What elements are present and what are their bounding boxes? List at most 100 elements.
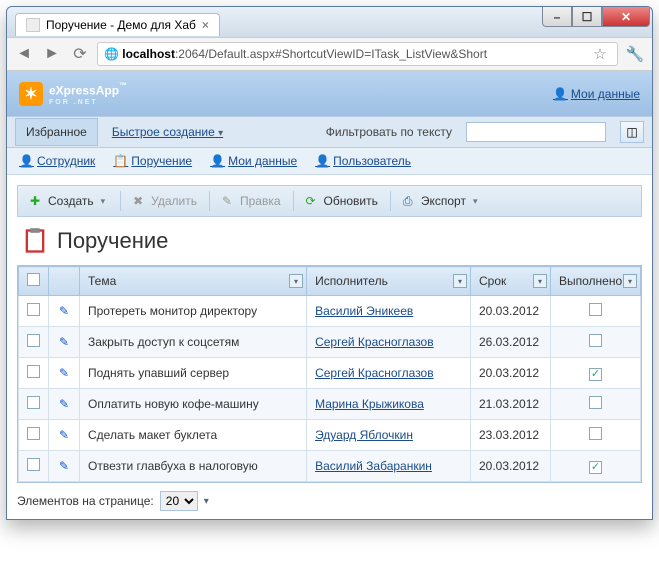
done-checkbox[interactable]	[589, 427, 602, 440]
close-tab-icon[interactable]: ×	[202, 18, 209, 32]
cell-due: 26.03.2012	[471, 327, 551, 358]
nav-employee[interactable]: 👤Сотрудник	[19, 154, 95, 168]
edit-row-icon[interactable]: ✎	[57, 304, 71, 318]
tab-quick-create[interactable]: Быстрое создание ▾	[112, 125, 223, 139]
done-checkbox[interactable]	[589, 334, 602, 347]
cell-subject: Закрыть доступ к соцсетям	[80, 327, 307, 358]
new-icon: ✚	[30, 194, 44, 208]
task-icon: 📋	[113, 154, 127, 168]
col-assignee[interactable]: Исполнитель▾	[307, 267, 471, 296]
pager-label: Элементов на странице:	[17, 494, 154, 508]
select-all-checkbox[interactable]	[27, 273, 40, 286]
user-icon: 👤	[553, 87, 567, 101]
clipboard-icon	[21, 227, 49, 255]
back-button[interactable]: ◄	[13, 43, 35, 65]
separator	[390, 191, 391, 211]
table-row[interactable]: ✎ Оплатить новую кофе-машину Марина Крыжик…	[19, 389, 641, 420]
tab-title: Поручение - Демо для Хаб	[46, 18, 196, 32]
logo-gear-icon: ✶	[19, 82, 43, 106]
nav-task[interactable]: 📋Поручение	[113, 154, 192, 168]
filter-dropdown-icon[interactable]: ▾	[533, 274, 547, 288]
url-path: :2064/Default.aspx#ShortcutViewID=ITask_…	[175, 47, 487, 61]
cell-subject: Протереть монитор директору	[80, 296, 307, 327]
edit-row-icon[interactable]: ✎	[57, 397, 71, 411]
assignee-link[interactable]: Василий Эникеев	[315, 304, 413, 318]
col-subject[interactable]: Тема▾	[80, 267, 307, 296]
settings-wrench-icon[interactable]: 🔧	[624, 43, 646, 65]
row-checkbox[interactable]	[27, 365, 40, 378]
tab-favorites[interactable]: Избранное	[15, 118, 98, 146]
assignee-link[interactable]: Сергей Красноглазов	[315, 335, 434, 349]
address-bar: ◄ ► ⟳ 🌐 localhost:2064/Default.aspx#Shor…	[7, 37, 652, 71]
clear-filter-button[interactable]: ◫	[620, 121, 644, 143]
my-data-link[interactable]: 👤 Мои данные	[553, 87, 640, 101]
filter-dropdown-icon[interactable]: ▾	[453, 274, 467, 288]
cell-subject: Поднять упавший сервер	[80, 358, 307, 389]
cell-due: 20.03.2012	[471, 296, 551, 327]
done-checkbox[interactable]	[589, 461, 602, 474]
grid-header-row: Тема▾ Исполнитель▾ Срок▾ Выполнено▾	[19, 267, 641, 296]
nav-mydata[interactable]: 👤Мои данные	[210, 154, 297, 168]
dropdown-icon[interactable]: ▾	[470, 196, 481, 207]
row-checkbox[interactable]	[27, 303, 40, 316]
dropdown-icon: ▾	[218, 128, 223, 139]
filter-dropdown-icon[interactable]: ▾	[289, 274, 303, 288]
dropdown-icon[interactable]: ▾	[98, 196, 109, 207]
col-done[interactable]: Выполнено▾	[551, 267, 641, 296]
browser-tab[interactable]: Поручение - Демо для Хаб ×	[15, 13, 220, 36]
page-size-select[interactable]: 20	[160, 491, 198, 511]
reload-button[interactable]: ⟳	[69, 43, 91, 65]
task-grid: Тема▾ Исполнитель▾ Срок▾ Выполнено▾ ✎ Про…	[17, 265, 642, 483]
nav-user[interactable]: 👤Пользователь	[315, 154, 411, 168]
done-checkbox[interactable]	[589, 303, 602, 316]
row-checkbox[interactable]	[27, 396, 40, 409]
maximize-button[interactable]: ☐	[572, 7, 602, 27]
done-checkbox[interactable]	[589, 368, 602, 381]
separator	[209, 191, 210, 211]
filter-label: Фильтровать по тексту	[326, 125, 452, 139]
edit-row-icon[interactable]: ✎	[57, 428, 71, 442]
assignee-link[interactable]: Василий Забаранкин	[315, 459, 432, 473]
toolbar: ✚Создать▾ ✖Удалить ✎Правка ⟳Обновить ⎙Эк…	[17, 185, 642, 217]
minimize-button[interactable]: –	[542, 7, 572, 27]
person-icon: 👤	[315, 154, 329, 168]
export-button[interactable]: ⎙Экспорт▾	[395, 190, 489, 212]
table-row[interactable]: ✎ Протереть монитор директору Василий Эник…	[19, 296, 641, 327]
export-icon: ⎙	[403, 194, 417, 208]
page-favicon	[26, 18, 40, 32]
assignee-link[interactable]: Сергей Красноглазов	[315, 366, 434, 380]
col-due[interactable]: Срок▾	[471, 267, 551, 296]
table-row[interactable]: ✎ Поднять упавший сервер Сергей Красноглаз…	[19, 358, 641, 389]
table-row[interactable]: ✎ Закрыть доступ к соцсетям Сергей Красног…	[19, 327, 641, 358]
mydata-icon: 👤	[210, 154, 224, 168]
delete-button[interactable]: ✖Удалить	[125, 190, 205, 212]
url-field[interactable]: 🌐 localhost:2064/Default.aspx#ShortcutVi…	[97, 42, 618, 66]
edit-row-icon[interactable]: ✎	[57, 335, 71, 349]
assignee-link[interactable]: Марина Крыжикова	[315, 397, 424, 411]
edit-row-icon[interactable]: ✎	[57, 459, 71, 473]
filter-input[interactable]	[466, 122, 606, 142]
eraser-icon: ◫	[626, 125, 637, 139]
bookmark-star-icon[interactable]: ☆	[589, 43, 611, 65]
forward-button[interactable]: ►	[41, 43, 63, 65]
table-row[interactable]: ✎Сделать макет буклетаЭдуард Яблочкин23.…	[19, 420, 641, 451]
edit-row-icon[interactable]: ✎	[57, 366, 71, 380]
edit-button[interactable]: ✎Правка	[214, 190, 289, 212]
cell-due: 20.03.2012	[471, 451, 551, 482]
app-logo: ✶ eXpressApp™ FOR .NET	[19, 81, 127, 106]
cell-subject: Оплатить новую кофе-машину	[80, 389, 307, 420]
close-window-button[interactable]: ✕	[602, 7, 650, 27]
cell-subject: Отвезти главбуха в налоговую	[80, 451, 307, 482]
refresh-button[interactable]: ⟳Обновить	[298, 190, 386, 212]
cell-due: 20.03.2012	[471, 358, 551, 389]
done-checkbox[interactable]	[589, 396, 602, 409]
create-button[interactable]: ✚Создать▾	[22, 190, 116, 212]
url-host: localhost	[122, 47, 175, 61]
row-checkbox[interactable]	[27, 427, 40, 440]
row-checkbox[interactable]	[27, 334, 40, 347]
separator	[293, 191, 294, 211]
row-checkbox[interactable]	[27, 458, 40, 471]
table-row[interactable]: ✎ Отвезти главбуха в налоговую Василий Заб…	[19, 451, 641, 482]
assignee-link[interactable]: Эдуард Яблочкин	[315, 428, 413, 442]
filter-dropdown-icon[interactable]: ▾	[623, 274, 637, 288]
